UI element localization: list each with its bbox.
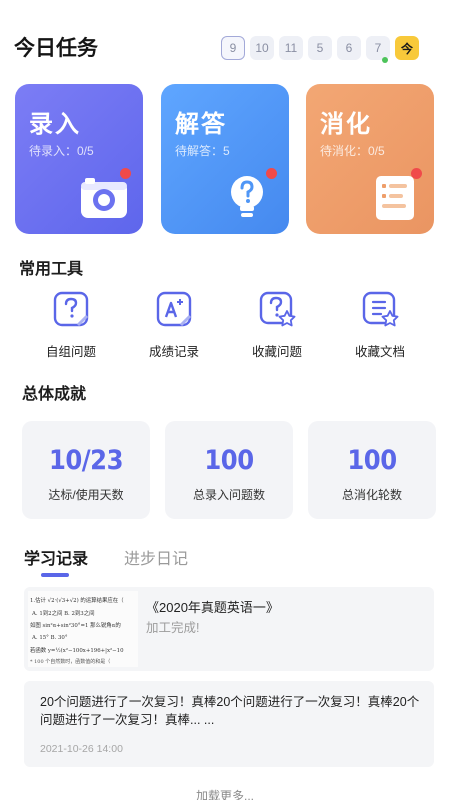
digest-card-subtitle: 待消化：0/5 [320, 144, 385, 158]
thumb-line: 如图 sin²α+sin²30°=1 那么锐角α的 [30, 621, 121, 629]
favorite-document-icon [362, 291, 399, 327]
load-more-button[interactable]: 加载更多... [0, 787, 450, 800]
day-chip[interactable]: 10 [250, 36, 274, 60]
entry-card[interactable]: 录入 待录入：0/5 [15, 84, 143, 234]
record-text: 20个问题进行了一次复习！真棒20个问题进行了一次复习！真棒20个问题进行了一次… [40, 695, 420, 727]
score-record-icon [156, 291, 192, 327]
tool-score-record[interactable]: 成绩记录 [129, 290, 219, 360]
answer-card-title: 解答 [175, 111, 227, 138]
day-chip-today[interactable]: 今 [395, 36, 419, 60]
stat-value: 100 [204, 445, 254, 476]
day-chip[interactable]: 5 [308, 36, 332, 60]
header: 今日任务 9 10 11 5 6 7 今 [0, 0, 450, 80]
entry-card-subtitle: 待录入：0/5 [29, 144, 94, 158]
active-tab-indicator [41, 573, 69, 577]
record-timestamp: 2021-10-26 14:00 [40, 743, 123, 755]
record-item[interactable]: 20个问题进行了一次复习！真棒20个问题进行了一次复习！真棒20个问题进行了一次… [24, 681, 434, 767]
entry-card-title: 录入 [29, 111, 81, 138]
stat-label: 总录入问题数 [192, 488, 265, 502]
tool-favorite-question[interactable]: 收藏问题 [232, 290, 322, 360]
digest-card[interactable]: 消化 待消化：0/5 [306, 84, 434, 234]
favorite-question-icon [259, 291, 296, 327]
tab-study-record[interactable]: 学习记录 [24, 545, 88, 569]
day-chip-with-dot[interactable]: 7 [366, 36, 390, 63]
day-chip[interactable]: 11 [279, 36, 303, 60]
thumb-line: 若函数 y=½(x²−100x+196+|x²−10 [30, 646, 124, 654]
task-cards: 录入 待录入：0/5 解答 待解答：5 消化 待消化：0/5 [15, 84, 435, 234]
thumb-line: * 100 个自然数时，函数值的和是（ [30, 658, 110, 665]
camera-icon [81, 178, 127, 218]
stat-card: 100 总录入问题数 [165, 421, 293, 519]
tool-favorite-document[interactable]: 收藏文档 [335, 290, 425, 360]
thumb-line: 1.估计 √2·(√3+√2) 的运算结果应在（ [30, 596, 124, 604]
thumb-line: A. 15° B. 30° [31, 635, 68, 641]
stat-label: 总消化轮数 [341, 488, 402, 502]
tool-label: 收藏文档 [354, 345, 405, 359]
stat-label: 达标/使用天数 [48, 488, 124, 502]
record-thumbnail: 1.估计 √2·(√3+√2) 的运算结果应在（ A. 1到2之间 B. 2到3… [28, 591, 138, 667]
page-title: 今日任务 [14, 37, 98, 60]
stat-card: 100 总消化轮数 [308, 421, 436, 519]
stat-value: 10/23 [49, 445, 123, 476]
achievements-title: 总体成就 [22, 386, 87, 403]
tool-label: 自组问题 [45, 345, 96, 359]
notepad-icon [376, 176, 414, 220]
tools-title: 常用工具 [19, 261, 84, 278]
day-chip[interactable]: 6 [337, 36, 361, 60]
record-tabs: 学习记录 进步日记 [24, 545, 324, 580]
stat-card: 10/23 达标/使用天数 [22, 421, 150, 519]
answer-card[interactable]: 解答 待解答：5 [161, 84, 289, 234]
question-doc-icon [53, 291, 89, 327]
day-chip[interactable]: 9 [221, 36, 245, 60]
lightbulb-question-icon [231, 176, 263, 217]
thumb-line: A. 1到2之间 B. 2到3之间 [31, 609, 95, 617]
completed-dot [382, 57, 388, 63]
digest-card-title: 消化 [320, 111, 372, 138]
record-title: 《2020年真题英语一》 [146, 600, 279, 615]
day-selector: 9 10 11 5 6 7 今 [221, 36, 419, 63]
achievement-stats: 10/23 达标/使用天数 100 总录入问题数 100 总消化轮数 [22, 421, 436, 519]
exam-paper-thumbnail: 1.估计 √2·(√3+√2) 的运算结果应在（ A. 1到2之间 B. 2到3… [28, 591, 138, 667]
stat-value: 100 [347, 445, 397, 476]
record-item[interactable]: 1.估计 √2·(√3+√2) 的运算结果应在（ A. 1到2之间 B. 2到3… [24, 587, 434, 671]
answer-card-subtitle: 待解答：5 [175, 144, 230, 158]
tool-label: 成绩记录 [148, 345, 199, 359]
day-chip-label: 7 [374, 41, 382, 55]
tool-label: 收藏问题 [251, 345, 302, 359]
tab-progress-diary[interactable]: 进步日记 [124, 545, 188, 569]
tool-self-question[interactable]: 自组问题 [26, 290, 116, 360]
tools-grid: 自组问题 成绩记录 收藏问题 收藏文档 [0, 290, 450, 360]
record-status: 加工完成! [146, 621, 200, 635]
